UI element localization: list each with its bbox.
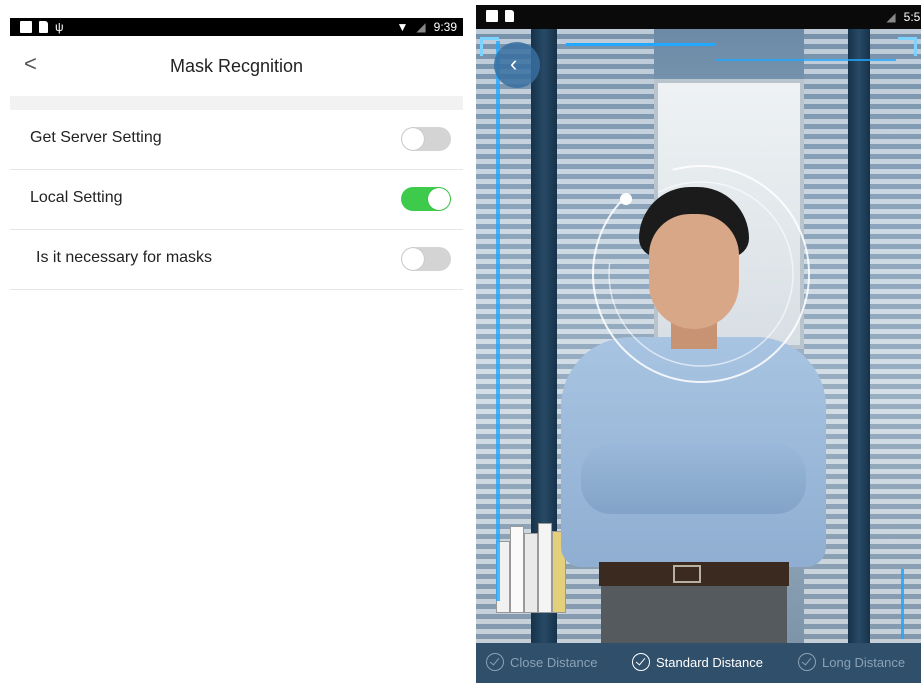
get-server-setting-toggle[interactable] [401,127,451,151]
face-recognition-camera-screen: ◢ 5:59 [476,5,921,683]
hud-line [496,41,500,601]
detection-dot [620,193,632,205]
setting-row-mask-required: Is it necessary for masks [10,230,463,290]
toggle-knob [428,188,450,210]
chevron-left-icon: ‹ [510,51,518,76]
no-signal-icon: ◢ [886,10,896,24]
status-bar: ψ ▼ ◢ 9:39 [10,18,463,36]
section-divider [10,96,463,110]
office-pillar [848,29,870,643]
pants [601,586,787,643]
local-setting-toggle[interactable] [401,187,451,211]
book [538,523,552,613]
sd-card-icon [39,21,48,33]
image-icon [486,10,498,22]
back-button[interactable]: ‹ [494,42,540,88]
mask-recognition-settings-screen: ψ ▼ ◢ 9:39 < Mask Recgnition Get Server … [10,18,463,683]
distance-option-long[interactable]: Long Distance [798,653,905,671]
mask-required-toggle[interactable] [401,247,451,271]
belt-buckle [673,565,701,583]
checkmark-circle-icon [486,653,504,671]
distance-label: Close Distance [510,654,598,670]
distance-option-standard[interactable]: Standard Distance [632,653,763,671]
status-bar: ◢ 5:59 [476,5,921,29]
hud-corner [898,37,917,56]
camera-preview [476,29,921,643]
setting-label: Get Server Setting [30,129,162,146]
hud-line [566,43,716,46]
face-detection-ring [592,165,810,383]
setting-label: Is it necessary for masks [36,249,213,266]
wifi-icon: ▼ [396,20,409,34]
distance-label: Standard Distance [656,654,763,670]
toggle-knob [402,248,424,270]
book [510,526,524,613]
no-signal-icon: ◢ [416,20,426,34]
header: < Mask Recgnition [10,36,463,96]
sd-card-icon [505,10,514,22]
checkmark-circle-icon [798,653,816,671]
checkmark-circle-icon [632,653,650,671]
detection-ring-inner [608,181,794,367]
crossed-arms [581,444,806,514]
distance-option-close[interactable]: Close Distance [486,653,597,671]
setting-label: Local Setting [30,189,123,206]
hud-line [901,569,904,639]
image-icon [20,21,32,33]
status-time: 9:39 [433,20,457,34]
hud-line [716,59,896,61]
distance-selector: Close Distance Standard Distance Long Di… [476,643,921,683]
setting-row-get-server-setting: Get Server Setting [10,110,463,170]
usb-icon: ψ [55,20,64,34]
distance-label: Long Distance [822,654,906,670]
status-time: 5:59 [903,10,921,24]
setting-row-local-setting: Local Setting [10,170,463,230]
page-title: Mask Recgnition [169,56,304,76]
toggle-knob [402,128,424,150]
book [524,533,538,613]
